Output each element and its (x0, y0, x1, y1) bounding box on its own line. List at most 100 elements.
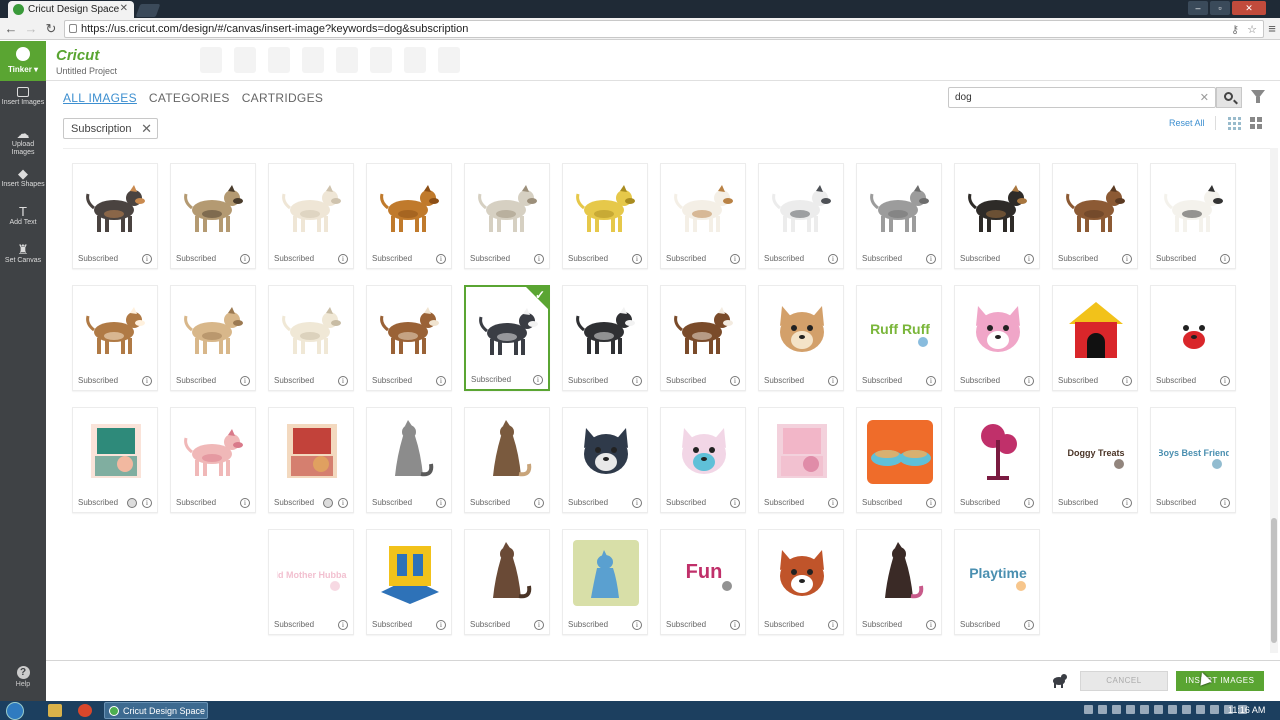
results-scrollbar[interactable] (1270, 148, 1278, 653)
key-icon[interactable]: ⚷ (1231, 22, 1239, 38)
info-icon[interactable]: i (240, 254, 250, 264)
image-tile-window-scene[interactable]: Subscribed i (72, 407, 158, 513)
image-tile-greyhound[interactable]: Subscribed i (856, 163, 942, 269)
tray-icon[interactable] (1168, 705, 1177, 714)
info-icon[interactable]: i (1024, 376, 1034, 386)
back-icon[interactable]: ← (3, 21, 19, 37)
info-icon[interactable]: i (533, 375, 543, 385)
image-tile-collie[interactable]: Subscribed i (72, 285, 158, 391)
info-icon[interactable]: i (534, 498, 544, 508)
scrollbar-thumb[interactable] (1271, 518, 1277, 643)
info-icon[interactable]: i (1024, 620, 1034, 630)
info-icon[interactable]: i (240, 498, 250, 508)
menu-icon[interactable]: ≡ (1264, 21, 1280, 37)
sidebar-item-insert-shapes[interactable]: ◆ Insert Shapes (0, 167, 46, 189)
close-window-icon[interactable]: ✕ (1232, 1, 1266, 15)
clear-search-icon[interactable]: ✕ (1200, 91, 1209, 104)
image-tile-chihuahua[interactable]: Subscribed i (170, 285, 256, 391)
sidebar-item-set-canvas[interactable]: ♜ Set Canvas (0, 243, 46, 265)
new-tab-button[interactable] (135, 4, 161, 17)
image-tile-pink-poodle-walk[interactable]: Subscribed i (170, 407, 256, 513)
start-button[interactable] (6, 702, 24, 720)
image-tile-boxer[interactable]: Subscribed i (366, 285, 452, 391)
info-icon[interactable]: i (632, 620, 642, 630)
info-icon[interactable]: i (338, 376, 348, 386)
info-icon[interactable]: i (436, 254, 446, 264)
tray-icon[interactable] (1126, 705, 1135, 714)
search-button[interactable] (1216, 87, 1242, 108)
info-icon[interactable]: i (534, 620, 544, 630)
image-tile-doggy-treats[interactable]: Doggy Treats Subscribed i (1052, 407, 1138, 513)
info-icon[interactable]: i (730, 620, 740, 630)
image-tile-pomeranian[interactable]: Subscribed i (366, 163, 452, 269)
tray-icon[interactable] (1154, 705, 1163, 714)
image-tile-dalmatian[interactable]: Subscribed i (1150, 163, 1236, 269)
sidebar-item-insert-images[interactable]: Insert Images (0, 87, 46, 107)
image-tile-howling-wolf-brown[interactable]: Subscribed i (464, 529, 550, 635)
image-tile-wolf-head[interactable]: Subscribed i (562, 407, 648, 513)
sidebar-item-upload-images[interactable]: ☁ Upload Images (0, 127, 46, 157)
info-icon[interactable]: i (730, 498, 740, 508)
image-tile-ruff-ruff[interactable]: Ruff Ruff Subscribed i (856, 285, 942, 391)
grid-large-view-icon[interactable] (1228, 117, 1241, 130)
remove-filter-icon[interactable]: ✕ (141, 121, 152, 137)
info-icon[interactable]: i (926, 254, 936, 264)
image-tile-boys-best-friend[interactable]: Boys Best Friend Subscribed i (1150, 407, 1236, 513)
tray-icon[interactable] (1210, 705, 1219, 714)
image-tile-food-bowls[interactable]: Subscribed i (856, 407, 942, 513)
info-icon[interactable]: i (926, 498, 936, 508)
info-icon[interactable]: i (926, 620, 936, 630)
tray-icon[interactable] (1196, 705, 1205, 714)
info-icon[interactable]: i (142, 376, 152, 386)
image-tile-fun[interactable]: Fun Subscribed i (660, 529, 746, 635)
image-tile-girl-and-dog[interactable]: Subscribed i (268, 407, 354, 513)
user-menu-button[interactable]: Tinker ▾ (0, 41, 46, 81)
close-tab-icon[interactable]: ✕ (120, 3, 128, 14)
image-tile-chihuahua-face[interactable]: Subscribed i (758, 285, 844, 391)
tray-icon[interactable] (1084, 705, 1093, 714)
image-tile-firehouse-dog[interactable]: Subscribed i (1150, 285, 1236, 391)
explorer-icon[interactable] (48, 704, 62, 717)
image-tile-blue-cat[interactable]: Subscribed i (562, 529, 648, 635)
info-icon[interactable]: i (338, 498, 348, 508)
info-icon[interactable]: i (828, 620, 838, 630)
insert-images-button[interactable]: INSERT IMAGES (1176, 671, 1264, 691)
reset-all-link[interactable]: Reset All (1169, 118, 1205, 128)
tab-cartridges[interactable]: CARTRIDGES (242, 91, 323, 105)
info-icon[interactable]: i (1024, 498, 1034, 508)
info-icon[interactable]: i (632, 376, 642, 386)
info-icon[interactable]: i (436, 620, 446, 630)
info-icon[interactable]: i (142, 254, 152, 264)
image-tile-pit-bull[interactable]: Subscribed i (464, 163, 550, 269)
info-icon[interactable]: i (436, 498, 446, 508)
info-icon[interactable]: i (828, 376, 838, 386)
image-tile-sitting-fox[interactable]: Subscribed i (464, 407, 550, 513)
image-tile-husky[interactable]: Subscribed i (758, 163, 844, 269)
tray-icon[interactable] (1182, 705, 1191, 714)
filter-chip-subscription[interactable]: Subscription ✕ (63, 118, 158, 139)
info-icon[interactable]: i (1024, 254, 1034, 264)
image-tile-poodle[interactable]: Subscribed i (268, 163, 354, 269)
image-tile-popup-card[interactable]: Subscribed i (366, 529, 452, 635)
filter-icon[interactable] (1251, 90, 1265, 103)
image-tile-howling-wolf[interactable]: Subscribed i (366, 407, 452, 513)
tab-categories[interactable]: CATEGORIES (149, 91, 230, 105)
image-tile-pink-scene[interactable]: Subscribed i (758, 407, 844, 513)
grid-small-view-icon[interactable] (1250, 117, 1263, 130)
chrome-icon[interactable] (78, 704, 92, 717)
url-input[interactable]: https://us.cricut.com/design/#/canvas/in… (64, 20, 1264, 38)
image-tile-jack-russell[interactable]: Subscribed i (660, 163, 746, 269)
image-tile-boston-terrier[interactable]: Subscribed i ✓ (464, 285, 550, 391)
image-tile-lamb[interactable]: Subscribed i (660, 407, 746, 513)
image-tile-bulldog[interactable]: Subscribed i (268, 285, 354, 391)
image-tile-pug[interactable]: Subscribed i (170, 163, 256, 269)
info-icon[interactable]: i (338, 620, 348, 630)
info-icon[interactable]: i (338, 254, 348, 264)
forward-icon[interactable]: → (23, 21, 39, 37)
image-tile-black-cat[interactable]: Subscribed i (856, 529, 942, 635)
info-icon[interactable]: i (632, 498, 642, 508)
info-icon[interactable]: i (926, 376, 936, 386)
info-icon[interactable]: i (1122, 498, 1132, 508)
reload-icon[interactable]: ↻ (43, 21, 59, 37)
minimize-icon[interactable]: – (1188, 1, 1208, 15)
